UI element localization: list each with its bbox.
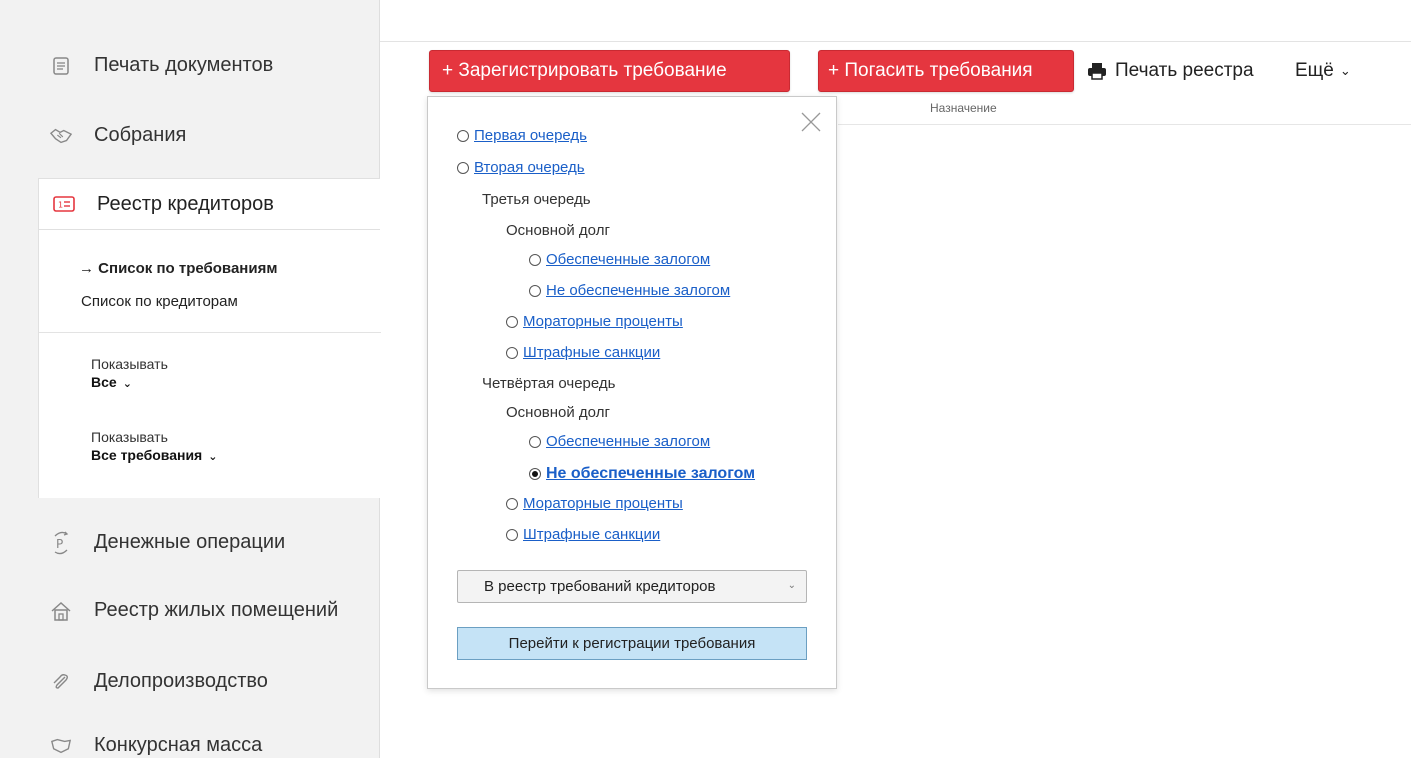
option-link[interactable]: Первая очередь: [474, 127, 587, 144]
filter-show-dropdown[interactable]: Все ⌄: [91, 374, 132, 390]
divider: [39, 332, 381, 333]
select-value: В реестр требований кредиторов: [484, 578, 716, 595]
chevron-down-icon: ⌄: [787, 580, 796, 591]
sidebar: Печать документов Собрания 1 Реестр кред…: [0, 0, 381, 758]
sidebar-item-label: Печать документов: [94, 54, 274, 76]
sidebar-item-money-operations[interactable]: P Денежные операции: [50, 531, 285, 554]
close-icon[interactable]: [800, 111, 822, 133]
radio-button[interactable]: [506, 497, 518, 510]
option-link[interactable]: Штрафные санкции: [523, 526, 660, 543]
sidebar-item-housing-registry[interactable]: Реестр жилых помещений: [50, 599, 338, 622]
option-link[interactable]: Мораторные проценты: [523, 495, 683, 512]
sidebar-item-label: Делопроизводство: [94, 670, 268, 692]
filter-value-text: Все требования: [91, 447, 203, 463]
option-link[interactable]: Не обеспеченные залогом: [546, 465, 755, 483]
document-icon: [50, 55, 72, 77]
filter-value-text: Все: [91, 374, 117, 390]
radio-button[interactable]: [529, 253, 541, 266]
sidebar-item-records-management[interactable]: Делопроизводство: [50, 670, 268, 693]
radio-button[interactable]: [506, 346, 518, 359]
sidebar-item-label: Реестр кредиторов: [97, 192, 274, 215]
group-third-main-debt: Основной долг: [506, 222, 610, 239]
option-first-queue[interactable]: Первая очередь: [457, 127, 587, 144]
sidebar-item-label: Конкурсная масса: [94, 734, 263, 756]
group-third-queue: Третья очередь: [482, 191, 591, 208]
sidebar-item-print-documents[interactable]: Печать документов: [50, 54, 273, 77]
option-fourth-moratorium[interactable]: Мораторные проценты: [506, 495, 683, 512]
option-third-moratorium[interactable]: Мораторные проценты: [506, 313, 683, 330]
current-marker: →: [79, 260, 94, 277]
radio-button[interactable]: [457, 161, 469, 174]
radio-button[interactable]: [506, 528, 518, 541]
handshake-icon: [50, 735, 72, 757]
option-link[interactable]: Обеспеченные залогом: [546, 433, 710, 450]
option-fourth-unsecured[interactable]: Не обеспеченные залогом: [529, 465, 755, 483]
radio-button[interactable]: [529, 284, 541, 297]
handshake-icon: [50, 125, 72, 147]
register-claim-popup: Первая очередь Вторая очередь Третья оче…: [427, 96, 837, 689]
chevron-down-icon: ⌄: [1339, 63, 1351, 78]
more-menu[interactable]: Ещё ⌄: [1295, 60, 1351, 82]
toolbar-divider: [380, 41, 1411, 42]
option-link[interactable]: Штрафные санкции: [523, 344, 660, 361]
sidebar-item-bankruptcy-estate[interactable]: Конкурсная масса: [50, 734, 262, 757]
option-fourth-secured[interactable]: Обеспеченные залогом: [529, 433, 710, 450]
button-label: + Зарегистрировать требование: [442, 60, 727, 81]
table-header-line: [838, 124, 1411, 125]
radio-button[interactable]: [506, 315, 518, 328]
filter-label: Показывать: [91, 356, 168, 372]
filter-claims-dropdown[interactable]: Все требования ⌄: [91, 447, 217, 463]
option-link[interactable]: Обеспеченные залогом: [546, 251, 710, 268]
house-icon: [50, 600, 72, 622]
sidebar-item-label: Реестр жилых помещений: [94, 599, 339, 621]
svg-text:1: 1: [58, 201, 63, 210]
option-second-queue[interactable]: Вторая очередь: [457, 159, 585, 176]
column-header-purpose[interactable]: Назначение: [930, 101, 997, 115]
sidebar-item-label: Собрания: [94, 124, 187, 146]
printer-icon: [1087, 62, 1107, 80]
ruble-exchange-icon: P: [50, 531, 72, 554]
button-label: Ещё: [1295, 60, 1334, 81]
radio-button[interactable]: [457, 129, 469, 142]
sub-link-by-claims[interactable]: → Список по требованиям: [79, 260, 277, 277]
option-link[interactable]: Вторая очередь: [474, 159, 585, 176]
sidebar-item-creditors-registry[interactable]: 1 Реестр кредиторов: [38, 178, 380, 230]
filter-label: Показывать: [91, 429, 168, 445]
repay-claims-button[interactable]: + Погасить требования: [818, 50, 1074, 92]
group-fourth-queue: Четвёртая очередь: [482, 375, 616, 392]
sub-link-by-creditors[interactable]: Список по кредиторам: [81, 293, 238, 310]
button-label: Печать реестра: [1115, 60, 1254, 81]
register-claim-button[interactable]: + Зарегистрировать требование: [429, 50, 790, 92]
id-card-icon: 1: [53, 193, 75, 215]
sidebar-item-meetings[interactable]: Собрания: [50, 124, 186, 147]
option-fourth-penalties[interactable]: Штрафные санкции: [506, 526, 660, 543]
chevron-down-icon: ⌄: [208, 451, 218, 463]
chevron-down-icon: ⌄: [122, 378, 132, 390]
sub-link-label: Список по требованиям: [98, 260, 278, 277]
button-label: + Погасить требования: [828, 60, 1033, 81]
option-third-penalties[interactable]: Штрафные санкции: [506, 344, 660, 361]
go-to-registration-button[interactable]: Перейти к регистрации требования: [457, 627, 807, 660]
print-registry-button[interactable]: Печать реестра: [1087, 60, 1254, 82]
option-link[interactable]: Мораторные проценты: [523, 313, 683, 330]
option-link[interactable]: Не обеспеченные залогом: [546, 282, 730, 299]
svg-text:P: P: [56, 537, 63, 551]
radio-button-selected[interactable]: [529, 468, 541, 480]
group-fourth-main-debt: Основной долг: [506, 404, 610, 421]
option-third-unsecured[interactable]: Не обеспеченные залогом: [529, 282, 730, 299]
paperclip-icon: [50, 671, 72, 693]
radio-button[interactable]: [529, 435, 541, 448]
registry-type-select[interactable]: В реестр требований кредиторов ⌄: [457, 570, 807, 603]
option-third-secured[interactable]: Обеспеченные залогом: [529, 251, 710, 268]
sidebar-item-label: Денежные операции: [94, 531, 286, 553]
creditors-subpanel: → Список по требованиям Список по кредит…: [38, 230, 381, 498]
